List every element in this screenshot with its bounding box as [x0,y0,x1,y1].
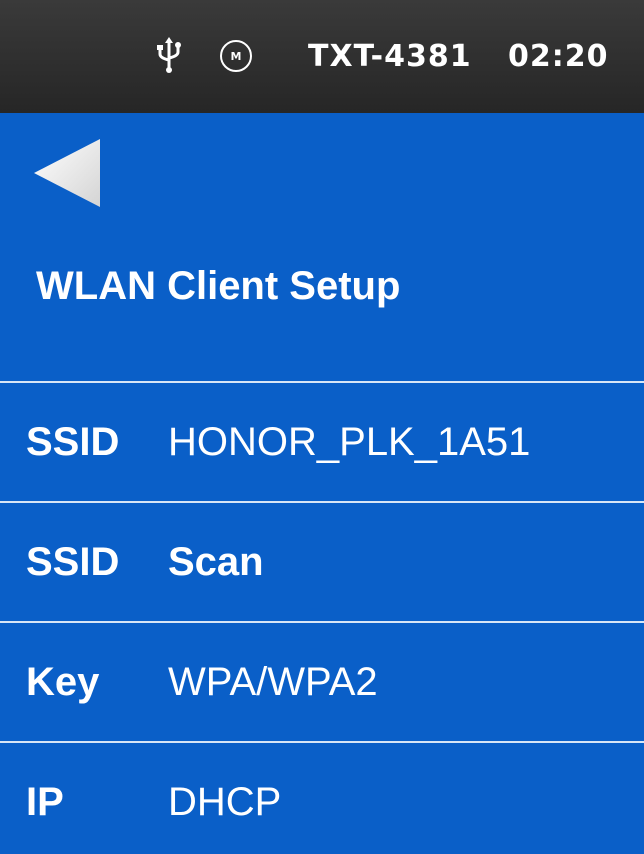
ip-label: IP [26,780,64,824]
motor-icon-letter: M [231,50,242,63]
screen: M TXT-4381 02:20 WLAN Client Setup SSID … [0,0,644,854]
key-label: Key [26,660,100,704]
status-bar: M TXT-4381 02:20 [0,0,644,113]
ssid-row[interactable]: SSID HONOR_PLK_1A51 [0,383,644,501]
key-row[interactable]: Key WPA/WPA2 [0,623,644,741]
usb-icon [157,37,181,73]
ssid-label: SSID [26,420,120,464]
back-arrow-icon [34,139,100,207]
ssid-scan-row[interactable]: SSID Scan [0,503,644,621]
key-value: WPA/WPA2 [168,660,378,704]
page-title: WLAN Client Setup [36,264,401,308]
ssid-scan-label: SSID [26,540,120,584]
ssid-value: HONOR_PLK_1A51 [168,420,531,464]
motor-icon: M [220,40,252,72]
clock: 02:20 [508,39,609,74]
ip-value: DHCP [168,780,282,824]
device-id: TXT-4381 [308,39,472,74]
ip-row[interactable]: IP DHCP [0,743,644,854]
scan-value: Scan [168,540,264,584]
back-button[interactable] [30,136,102,210]
